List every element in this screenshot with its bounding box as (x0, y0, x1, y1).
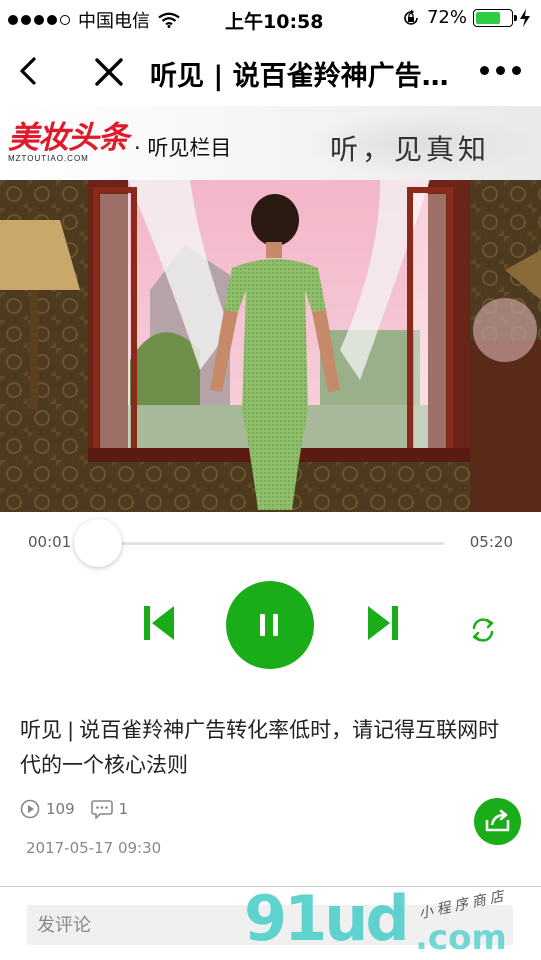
more-icon[interactable] (480, 66, 521, 75)
orientation-lock-icon (404, 9, 418, 25)
brand-logo: 美妆头条 MZTOUTIAO.COM (8, 120, 129, 166)
comment-count: 1 (90, 799, 129, 819)
total-duration: 05:20 (469, 533, 513, 551)
publish-date: 2017-05-17 09:30 (26, 839, 162, 857)
battery-icon (473, 8, 517, 27)
battery-percent: 72% (426, 7, 467, 28)
status-left: 中国电信 (8, 7, 180, 33)
column-banner: 美妆头条 MZTOUTIAO.COM · 听见栏目 听，见真知 (0, 106, 541, 180)
charging-bolt-icon (520, 8, 530, 27)
next-track-icon[interactable] (365, 604, 401, 642)
play-count-icon (20, 799, 40, 819)
article-meta: 109 1 (20, 799, 144, 819)
comment-count-value: 1 (118, 800, 129, 818)
comment-icon (90, 800, 113, 819)
progress-knob[interactable] (74, 519, 122, 567)
column-label: · 听见栏目 (134, 136, 232, 160)
close-icon[interactable] (92, 55, 126, 89)
comment-input[interactable] (27, 905, 513, 945)
elapsed-time: 00:01 (28, 533, 72, 551)
loop-icon[interactable] (468, 615, 498, 645)
audio-cover-image (0, 180, 541, 512)
previous-track-icon[interactable] (141, 604, 177, 642)
play-count-value: 109 (46, 800, 75, 818)
carrier-name: 中国电信 (78, 11, 150, 32)
playback-progress: 00:01 05:20 (0, 512, 541, 572)
player-controls (0, 572, 541, 682)
nav-bar: 听见 | 说百雀羚神广告转化率低时，请记得互联网时代的一个核心法则 (0, 36, 541, 106)
banner-slogan: 听，见真知 (330, 133, 491, 166)
wifi-icon (158, 12, 180, 28)
pause-button[interactable] (226, 581, 314, 669)
status-right: 72% (401, 7, 531, 28)
signal-strength-icon (8, 15, 70, 25)
page-title: 听见 | 说百雀羚神广告转化率低时，请记得互联网时代的一个核心法则 (150, 61, 470, 92)
divider (0, 886, 541, 887)
share-button[interactable] (474, 798, 521, 845)
status-time: 上午10:58 (225, 11, 324, 33)
status-bar: 中国电信 上午10:58 72% (0, 0, 541, 36)
share-icon (485, 809, 510, 832)
back-chevron-icon[interactable] (14, 53, 44, 89)
pause-icon (260, 614, 265, 636)
play-count: 109 (20, 799, 75, 819)
article-title: 听见 | 说百雀羚神广告转化率低时，请记得互联网时代的一个核心法则 (20, 719, 500, 777)
cover-illustration (0, 180, 541, 512)
logo-text: 美妆头条 (8, 120, 129, 156)
progress-track[interactable] (98, 542, 444, 545)
